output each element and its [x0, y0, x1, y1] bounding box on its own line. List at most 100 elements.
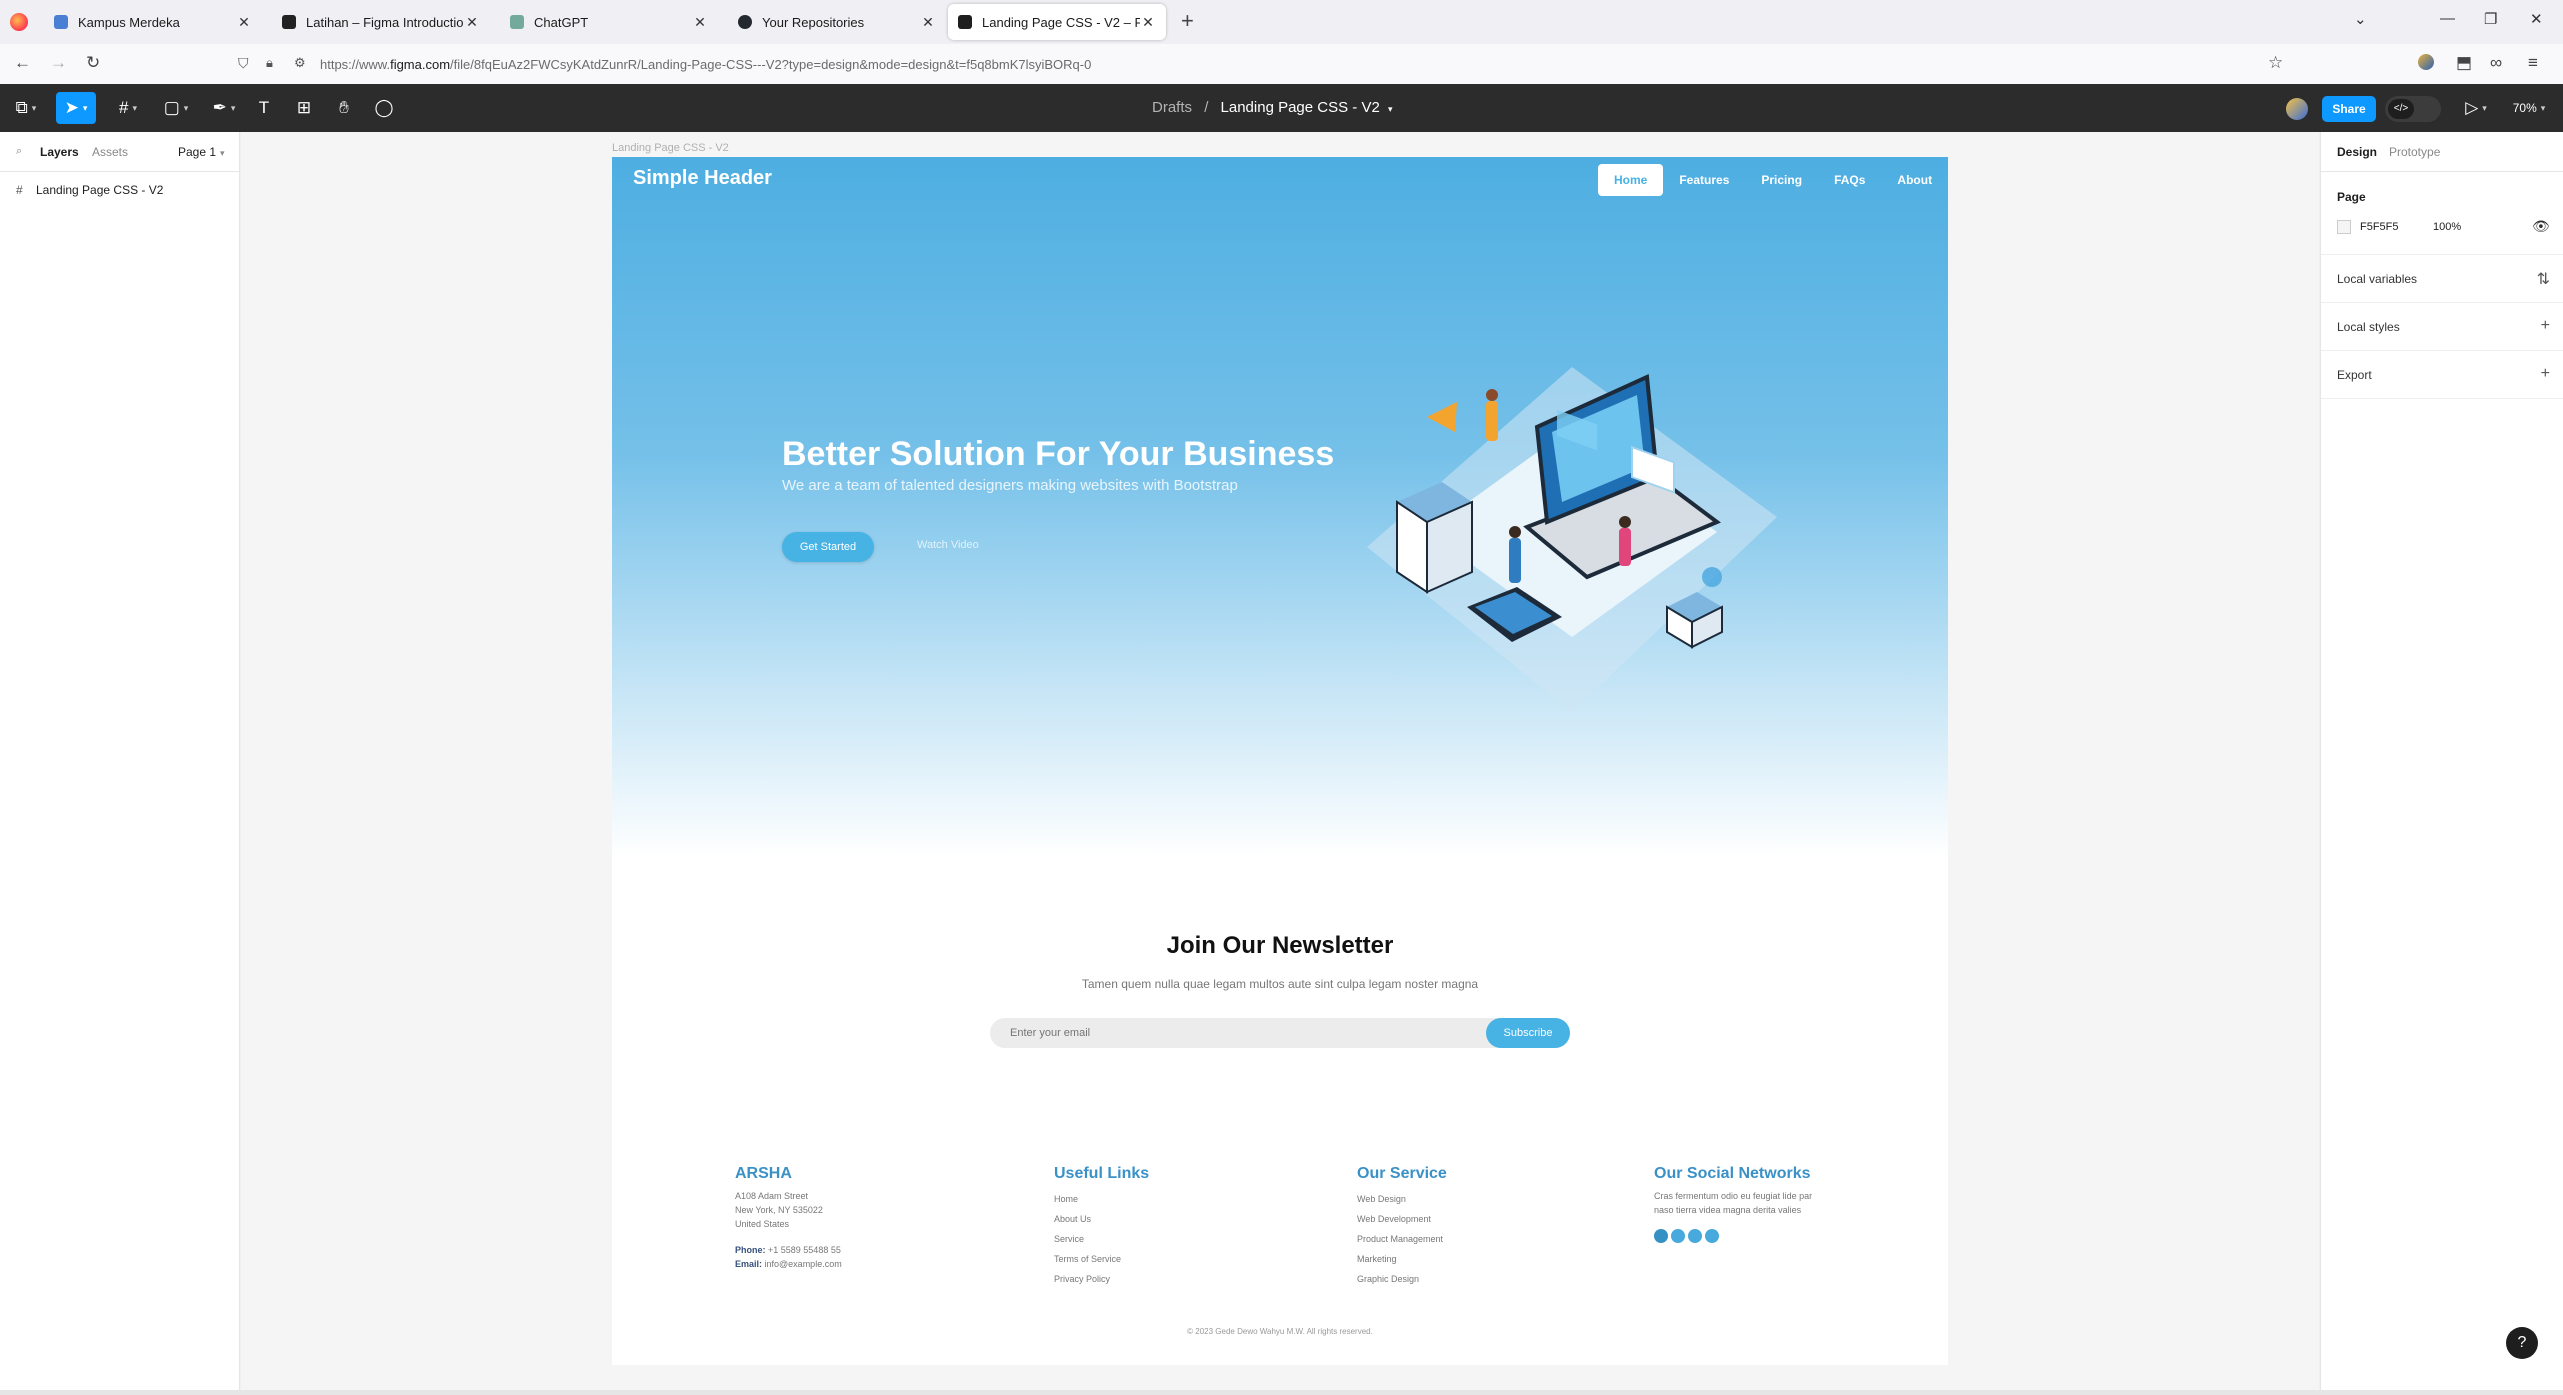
social-text: Cras fermentum odio eu feugiat lide par	[1654, 1191, 1813, 1201]
local-styles-row[interactable]: Local styles +	[2321, 302, 2563, 350]
person-head	[1509, 526, 1521, 538]
extensions-icon[interactable]: ⬒	[2456, 53, 2472, 73]
back-arrow-icon[interactable]: ←	[14, 53, 31, 73]
person-body	[1486, 401, 1498, 441]
breadcrumb-drafts[interactable]: Drafts	[1152, 99, 1192, 116]
close-icon[interactable]: ✕	[920, 14, 936, 31]
subscribe-button[interactable]: Subscribe	[1486, 1018, 1570, 1048]
tab-layers[interactable]: Layers	[40, 145, 79, 159]
hand-tool-icon[interactable]: ✋︎	[330, 92, 358, 124]
footer-link[interactable]: Service	[1054, 1229, 1149, 1249]
footer-link[interactable]: Terms of Service	[1054, 1249, 1149, 1269]
nav-home[interactable]: Home	[1598, 164, 1664, 196]
footer-link[interactable]: Graphic Design	[1357, 1269, 1447, 1289]
frame-tool-icon[interactable]: # ▾	[108, 92, 148, 124]
facebook-icon[interactable]	[1671, 1229, 1685, 1243]
email-value[interactable]: info@example.com	[765, 1259, 842, 1269]
new-tab-button[interactable]: +	[1181, 10, 1194, 32]
newsletter-form: Subscribe	[990, 1018, 1570, 1048]
local-variables-row[interactable]: Local variables ⇅	[2321, 254, 2563, 302]
share-button[interactable]: Share	[2322, 96, 2376, 122]
bookmark-star-icon[interactable]: ☆	[2268, 53, 2283, 73]
frame-label[interactable]: Landing Page CSS - V2	[612, 142, 729, 154]
person-head	[1619, 516, 1631, 528]
file-name[interactable]: Landing Page CSS - V2	[1221, 99, 1380, 116]
footer-link[interactable]: Home	[1054, 1189, 1149, 1209]
shield-icon[interactable]: ⛉	[238, 55, 249, 72]
footer-link[interactable]: About Us	[1054, 1209, 1149, 1229]
tab-design[interactable]: Design	[2337, 145, 2377, 159]
menu-hamburger-icon[interactable]: ≡	[2528, 53, 2538, 73]
profile-icon[interactable]	[2418, 54, 2434, 70]
footer-link[interactable]: Privacy Policy	[1054, 1269, 1149, 1289]
chevron-down-icon[interactable]: ▾	[1388, 104, 1393, 114]
landing-page-frame[interactable]: Simple Header Home Features Pricing FAQs…	[612, 157, 1948, 1365]
plus-icon[interactable]: +	[2541, 365, 2550, 383]
close-icon[interactable]: ✕	[236, 14, 252, 31]
figma-main-menu-icon[interactable]: ⧉ ▾	[8, 92, 44, 124]
variables-icon[interactable]: ⇅	[2537, 269, 2550, 289]
plus-icon[interactable]: +	[2541, 317, 2550, 335]
close-icon[interactable]: ✕	[1140, 14, 1156, 31]
minimize-icon[interactable]: —	[2440, 10, 2455, 27]
forward-arrow-icon[interactable]: →	[50, 53, 67, 73]
comment-tool-icon[interactable]: ◯	[370, 92, 398, 124]
footer-link[interactable]: Web Design	[1357, 1189, 1447, 1209]
twitter-icon[interactable]	[1654, 1229, 1668, 1243]
browser-tab-repositories[interactable]: Your Repositories ✕	[728, 4, 946, 40]
tab-assets[interactable]: Assets	[92, 145, 128, 159]
watch-video-button[interactable]: Watch Video	[917, 539, 979, 551]
move-tool-icon[interactable]: ➤ ▾	[56, 92, 96, 124]
nav-pricing[interactable]: Pricing	[1745, 164, 1818, 196]
nav-faqs[interactable]: FAQs	[1818, 164, 1881, 196]
firefox-icon[interactable]	[10, 13, 28, 31]
restore-icon[interactable]: ❐	[2484, 10, 2497, 28]
eye-icon[interactable]: 👁︎	[2532, 218, 2550, 235]
browser-tab-kampus-merdeka[interactable]: Kampus Merdeka ✕	[44, 4, 262, 40]
footer-link[interactable]: Web Development	[1357, 1209, 1447, 1229]
resources-tool-icon[interactable]: ⊞	[290, 92, 318, 124]
avatar[interactable]	[2286, 98, 2308, 120]
tab-list-chevron-icon[interactable]: ⌄	[2354, 10, 2367, 28]
zoom-menu[interactable]: 70% ▾	[2506, 92, 2552, 124]
dev-mode-toggle[interactable]: </>	[2385, 96, 2441, 122]
nav-about[interactable]: About	[1881, 164, 1948, 196]
page-selector[interactable]: Page 1 ▾	[178, 145, 225, 159]
footer-link[interactable]: Product Management	[1357, 1229, 1447, 1249]
email-input[interactable]	[1010, 1018, 1450, 1048]
layer-row-frame[interactable]: # Landing Page CSS - V2	[0, 178, 240, 202]
tab-prototype[interactable]: Prototype	[2389, 145, 2440, 159]
browser-tab-figma-active[interactable]: Landing Page CSS - V2 – Figma ✕	[948, 4, 1166, 40]
url-text[interactable]: https://www.figma.com/file/8fqEuAz2FWCsy…	[320, 57, 1091, 72]
export-row[interactable]: Export +	[2321, 350, 2563, 398]
help-button[interactable]: ?	[2506, 1327, 2538, 1359]
get-started-button[interactable]: Get Started	[782, 532, 874, 562]
close-icon[interactable]: ✕	[692, 14, 708, 31]
nav-features[interactable]: Features	[1663, 164, 1745, 196]
incognito-icon[interactable]: ∞	[2490, 53, 2502, 73]
text-tool-icon[interactable]: T	[252, 92, 276, 124]
page-opacity-value[interactable]: 100%	[2433, 221, 2461, 233]
lock-icon[interactable]: 🔒︎	[266, 55, 273, 71]
instagram-icon[interactable]	[1688, 1229, 1702, 1243]
browser-tab-figma-intro[interactable]: Latihan – Figma Introduction In ✕	[272, 4, 490, 40]
shape-tool-icon[interactable]: ▢ ▾	[156, 92, 196, 124]
design-canvas[interactable]: Landing Page CSS - V2 Simple Header Home…	[241, 132, 2319, 1390]
permissions-icon[interactable]: ⚙	[294, 55, 306, 71]
pen-tool-icon[interactable]: ✒ ▾	[204, 92, 244, 124]
site-brand[interactable]: Simple Header	[633, 167, 772, 190]
browser-tab-chatgpt[interactable]: ChatGPT ✕	[500, 4, 718, 40]
page-color-swatch[interactable]	[2337, 220, 2351, 234]
design-panel: Design Prototype Page F5F5F5 100% 👁︎ Loc…	[2320, 132, 2563, 1390]
file-breadcrumb[interactable]: Drafts / Landing Page CSS - V2 ▾	[1152, 99, 1393, 116]
page-color-value[interactable]: F5F5F5	[2360, 221, 2399, 233]
reload-icon[interactable]: ↻	[86, 53, 100, 73]
newsletter-title: Join Our Newsletter	[1166, 932, 1394, 959]
search-icon[interactable]: ⌕	[16, 145, 22, 158]
window-close-icon[interactable]: ✕	[2530, 10, 2543, 28]
footer-link[interactable]: Marketing	[1357, 1249, 1447, 1269]
present-play-icon[interactable]: ▷ ▾	[2458, 92, 2494, 124]
tab-label: Kampus Merdeka	[78, 14, 180, 30]
linkedin-icon[interactable]	[1705, 1229, 1719, 1243]
close-icon[interactable]: ✕	[464, 14, 480, 31]
